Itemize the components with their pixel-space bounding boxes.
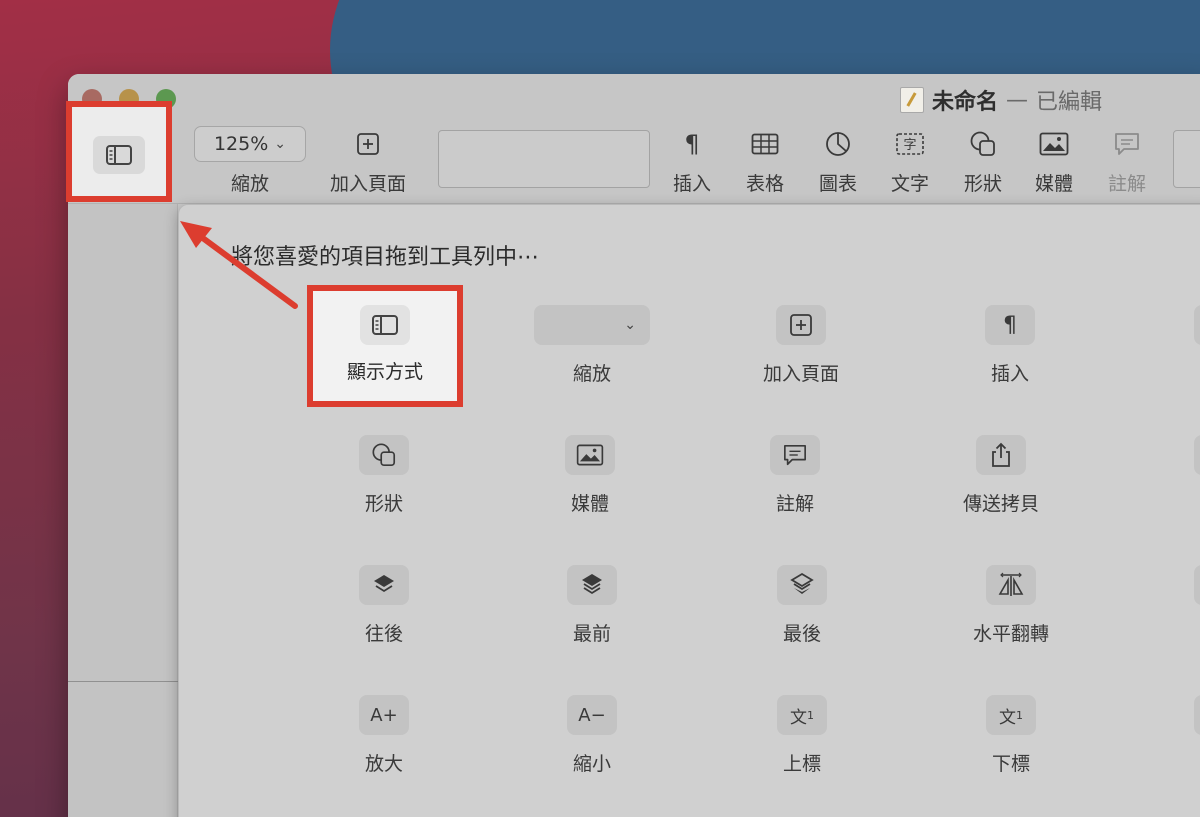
annotation-arrow xyxy=(180,221,298,309)
